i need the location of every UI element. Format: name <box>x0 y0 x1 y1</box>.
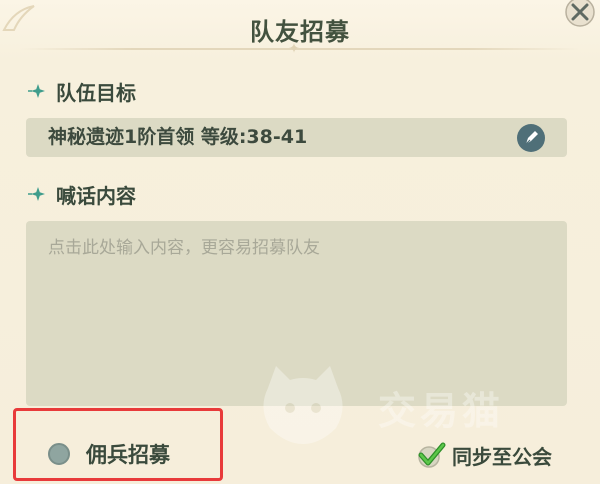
title-bar: 队友招募 ✦ <box>0 0 600 62</box>
message-heading: 喊话内容 <box>28 179 136 209</box>
mercenary-label: 佣兵招募 <box>86 443 170 467</box>
pen-icon[interactable] <box>516 123 546 153</box>
check-icon[interactable] <box>416 441 446 469</box>
team-goal-field[interactable]: 神秘遗迹1阶首领 等级:38-41 <box>26 118 567 157</box>
cat-logo-icon <box>263 366 343 444</box>
divider-star-icon: ✦ <box>288 41 300 57</box>
sync-guild-label: 同步至公会 <box>452 444 552 469</box>
team-goal-value: 神秘遗迹1阶首领 等级:38-41 <box>48 126 308 148</box>
mercenary-radio[interactable] <box>48 443 70 465</box>
title-divider <box>20 48 580 50</box>
sync-guild-toggle[interactable]: 同步至公会 <box>416 438 552 472</box>
sparkle-icon <box>28 187 45 201</box>
watermark: 交易猫 <box>248 358 568 448</box>
team-goal-label: 队伍目标 <box>56 80 136 105</box>
dialog-title: 队友招募 <box>250 18 350 46</box>
team-recruit-dialog: 队友招募 ✦ 队伍目标 神秘遗迹1阶首领 等级:38-41 喊话内容 点击此处输… <box>0 0 600 484</box>
message-label: 喊话内容 <box>56 183 136 208</box>
watermark-text: 交易猫 <box>378 389 505 433</box>
close-icon[interactable] <box>562 0 598 30</box>
team-goal-heading: 队伍目标 <box>28 76 136 106</box>
sparkle-icon <box>28 84 45 98</box>
mercenary-recruit-toggle[interactable]: 佣兵招募 <box>48 438 170 470</box>
